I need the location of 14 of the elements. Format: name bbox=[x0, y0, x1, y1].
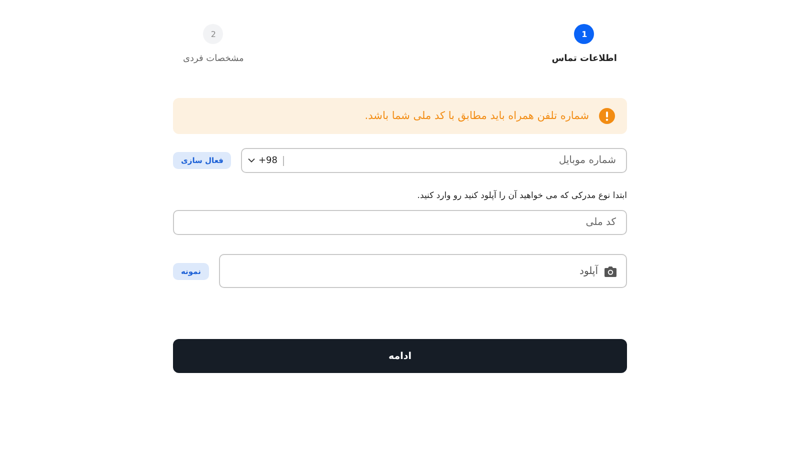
camera-icon bbox=[604, 266, 617, 276]
warning-icon bbox=[599, 108, 615, 124]
country-code-dropdown[interactable]: +98 bbox=[242, 156, 284, 166]
instruction-text: ابتدا نوع مدرکی که می خواهید آن را آپلود کنید رو وارد کنید. bbox=[416, 191, 627, 201]
step-number: 1 bbox=[574, 24, 594, 44]
chevron-down-icon bbox=[248, 158, 256, 163]
upload-label: آپلود bbox=[580, 266, 598, 276]
continue-button[interactable]: ادامه bbox=[173, 339, 627, 373]
national-code-field[interactable]: کد ملی bbox=[173, 210, 627, 235]
alert-text: شماره تلفن همراه باید مطابق با کد ملی شما باشد. bbox=[364, 110, 589, 122]
upload-field[interactable]: آپلود bbox=[218, 254, 627, 288]
step-label: مشخصات فردی bbox=[183, 54, 244, 64]
step-number: 2 bbox=[203, 24, 224, 44]
step-label: اطلاعات تماس bbox=[552, 54, 617, 64]
